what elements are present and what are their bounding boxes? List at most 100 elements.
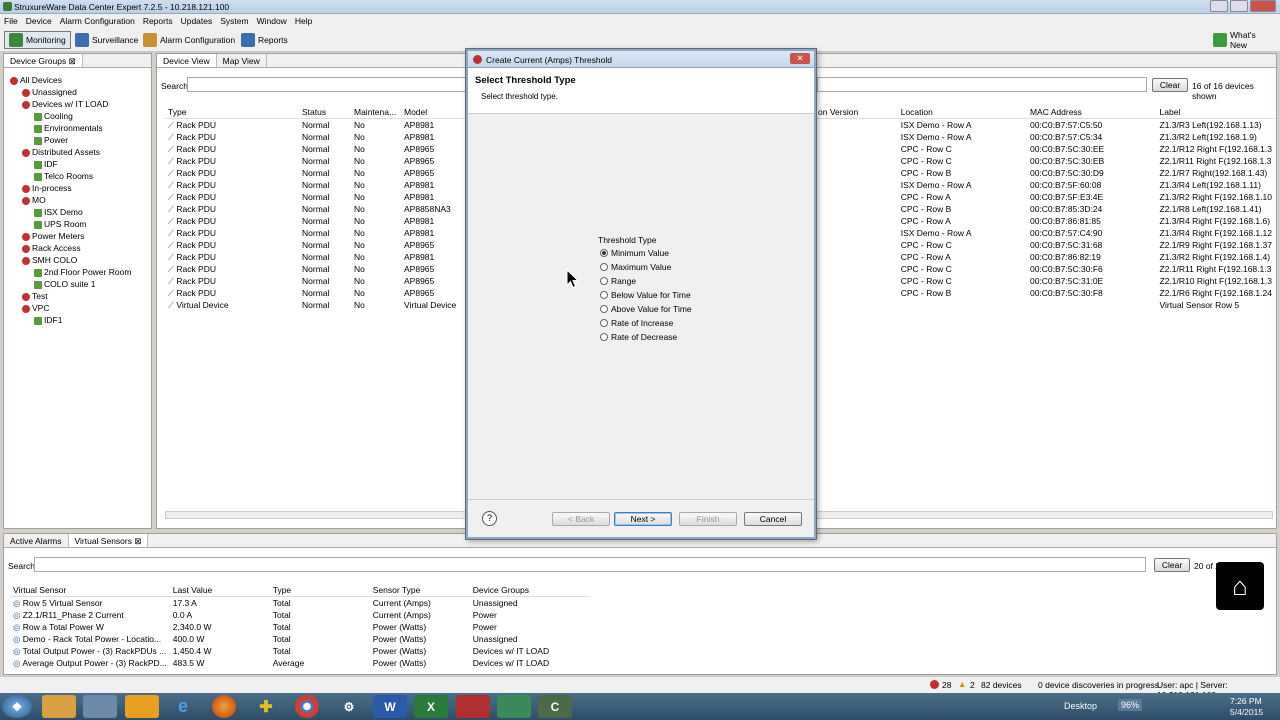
tree-item[interactable]: VPC (22, 302, 49, 314)
tree-item[interactable]: Telco Rooms (34, 170, 93, 182)
clock-date[interactable]: 5/4/2015 (1230, 707, 1263, 717)
table-row[interactable]: ⟋ Rack PDU Normal No AP8965 (165, 167, 465, 179)
table-row[interactable]: CPC - Row C 00:C0:B7:5C:31:0E Z2.1/R10 Rig… (815, 275, 1275, 287)
tree-item[interactable]: Cooling (34, 110, 73, 122)
tree-item[interactable]: IDF (34, 158, 58, 170)
table-row[interactable]: CPC - Row A 00:C0:B7:86:82:19 Z1.3/R2 Righ… (815, 251, 1275, 263)
tree-item[interactable]: Test (22, 290, 48, 302)
battery-indicator[interactable]: 96% (1118, 699, 1143, 711)
menu-updates[interactable]: Updates (177, 14, 217, 28)
finish-button[interactable]: Finish (679, 512, 737, 526)
threshold-option-radio[interactable]: Minimum Value (600, 246, 692, 260)
tree-item[interactable]: SMH COLO (22, 254, 77, 266)
table-row[interactable]: ⟋ Rack PDU Normal No AP8981 (165, 215, 465, 227)
start-button[interactable]: ❖ (2, 695, 32, 718)
menu-help[interactable]: Help (291, 14, 316, 28)
explorer-icon[interactable] (42, 695, 76, 718)
table-row[interactable]: ⟋ Rack PDU Normal No AP8981 (165, 131, 465, 143)
warning-count[interactable]: 2 (970, 680, 975, 690)
tree-item[interactable]: COLO suite 1 (34, 278, 96, 290)
table-row[interactable]: CPC - Row C 00:C0:B7:5C:31:68 Z2.1/R9 Righ… (815, 239, 1275, 251)
next-button[interactable]: Next > (614, 512, 672, 526)
tab-device-groups[interactable]: Device Groups ⊠ (4, 54, 83, 67)
tree-item[interactable]: MO (22, 194, 46, 206)
table-row[interactable]: ISX Demo - Row A 00:C0:B7:57:C5:34 Z1.3/R2… (815, 131, 1275, 143)
pdf-icon[interactable] (456, 695, 490, 718)
network-tool-icon[interactable]: ✚ (249, 695, 283, 718)
table-row[interactable]: CPC - Row C 00:C0:B7:5C:30:EE Z2.1/R12 Rig… (815, 143, 1275, 155)
sensor-search-input[interactable] (34, 557, 1146, 572)
home-overlay-icon[interactable]: ⌂ (1216, 562, 1264, 610)
tree-item[interactable]: Devices w/ IT LOAD (22, 98, 108, 110)
table-row[interactable]: ⟋ Rack PDU Normal No AP8965 (165, 263, 465, 275)
list-item[interactable]: ◎ Row 5 Virtual Sensor 17.3 A Total Current… (10, 597, 590, 610)
word-icon[interactable]: W (373, 695, 407, 718)
tree-item[interactable]: 2nd Floor Power Room (34, 266, 131, 278)
struxureware-icon[interactable] (497, 695, 531, 718)
tab-map-view[interactable]: Map View (217, 54, 267, 67)
perspective-reports[interactable]: Reports (236, 31, 293, 49)
col-last-value[interactable]: Last Value (169, 584, 270, 597)
list-item[interactable]: ◎ Row a Total Power W 2,340.0 W Total Power… (10, 621, 590, 633)
table-row[interactable]: ⟋ Rack PDU Normal No AP8965 (165, 239, 465, 251)
calculator-icon[interactable] (83, 695, 117, 718)
tab-active-alarms[interactable]: Active Alarms (4, 534, 69, 547)
tree-item[interactable]: UPS Room (34, 218, 87, 230)
table-row[interactable]: ⟋ Rack PDU Normal No AP8965 (165, 155, 465, 167)
perspective-surveillance[interactable]: Surveillance (70, 31, 143, 49)
threshold-option-radio[interactable]: Above Value for Time (600, 302, 692, 316)
tree-item[interactable]: ISX Demo (34, 206, 83, 218)
tree-item[interactable]: In-process (22, 182, 72, 194)
threshold-option-radio[interactable]: Below Value for Time (600, 288, 692, 302)
menu-system[interactable]: System (216, 14, 252, 28)
clear-button[interactable]: Clear (1152, 78, 1188, 92)
threshold-option-radio[interactable]: Range (600, 274, 692, 288)
cancel-button[interactable]: Cancel (744, 512, 802, 526)
list-item[interactable]: ◎ Average Output Power - (3) RackPD... 48… (10, 657, 590, 669)
col-model[interactable]: Model (401, 106, 465, 119)
threshold-option-radio[interactable]: Rate of Decrease (600, 330, 692, 344)
table-row[interactable]: ⟋ Rack PDU Normal No AP8965 (165, 287, 465, 299)
table-row[interactable]: ⟋ Rack PDU Normal No AP8981 (165, 227, 465, 239)
table-row[interactable]: ⟋ Rack PDU Normal No AP8981 (165, 251, 465, 263)
table-row[interactable]: CPC - Row A 00:C0:B7:86:81:85 Z1.3/R4 Righ… (815, 215, 1275, 227)
col-mac-address[interactable]: MAC Address (1026, 106, 1157, 119)
excel-icon[interactable]: X (414, 695, 448, 718)
console-icon[interactable]: C (538, 695, 572, 718)
table-row[interactable]: ⟋ Rack PDU Normal No AP8858NA3 (165, 203, 465, 215)
tree-item[interactable]: IDF1 (34, 314, 62, 326)
menu-file[interactable]: File (0, 14, 22, 28)
col-type[interactable]: Type (269, 584, 370, 597)
menu-device[interactable]: Device (22, 14, 56, 28)
clock-time[interactable]: 7:26 PM (1230, 696, 1262, 706)
table-row[interactable]: CPC - Row B 00:C0:B7:85:3D:24 Z2.1/R8 Left… (815, 203, 1275, 215)
close-icon[interactable] (1250, 0, 1276, 12)
back-button[interactable]: < Back (552, 512, 610, 526)
menu-window[interactable]: Window (253, 14, 291, 28)
critical-alarm-count[interactable]: 28 (942, 680, 951, 690)
tree-item[interactable]: Rack Access (22, 242, 81, 254)
tree-item[interactable]: All Devices (10, 74, 62, 86)
table-row[interactable]: CPC - Row A 00:C0:B7:5F:E3:4E Z1.3/R2 Righ… (815, 191, 1275, 203)
col-maintenance[interactable]: Maintena... (351, 106, 401, 119)
table-row[interactable]: ⟋ Rack PDU Normal No AP8965 (165, 275, 465, 287)
tree-item[interactable]: Unassigned (22, 86, 77, 98)
list-item[interactable]: ◎ Demo - Rack Total Power - Locatio... 40… (10, 633, 590, 645)
col-sensor-type[interactable]: Sensor Type (369, 584, 470, 597)
table-row[interactable]: CPC - Row C 00:C0:B7:5C:30:F6 Z2.1/R11 Rig… (815, 263, 1275, 275)
menu-reports[interactable]: Reports (139, 14, 177, 28)
perspective-monitoring[interactable]: Monitoring (4, 31, 71, 49)
table-row[interactable]: ⟋ Rack PDU Normal No AP8981 (165, 191, 465, 203)
table-row[interactable]: ⟋ Rack PDU Normal No AP8981 (165, 179, 465, 191)
perspective-alarm-configuration[interactable]: Alarm Configuration (138, 31, 240, 49)
search-input[interactable] (187, 77, 467, 92)
firefox-icon[interactable] (212, 695, 236, 718)
search-input-right[interactable] (817, 77, 1147, 92)
col-device-groups[interactable]: Device Groups (469, 584, 590, 597)
list-item[interactable]: ◎ Total Output Power - (3) RackPDUs ... 1… (10, 645, 590, 657)
close-icon[interactable]: ⊠ (69, 56, 76, 66)
threshold-option-radio[interactable]: Rate of Increase (600, 316, 692, 330)
col-version[interactable]: on Version (815, 106, 898, 119)
help-icon[interactable]: ? (482, 511, 497, 526)
tree-item[interactable]: Power (34, 134, 68, 146)
